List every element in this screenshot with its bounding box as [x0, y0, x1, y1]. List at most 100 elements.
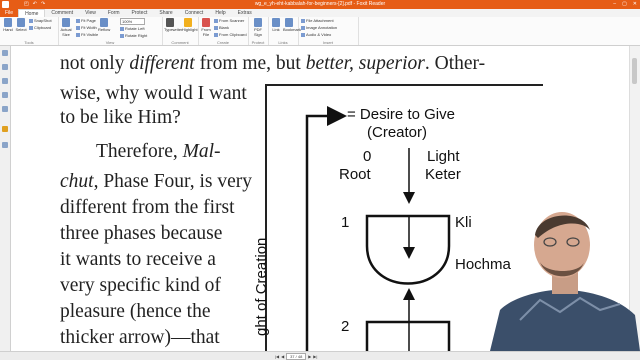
- select-tool-label: Select: [15, 27, 27, 32]
- fit-width-button[interactable]: Fit Width: [76, 25, 97, 31]
- text-run: Therefore,: [96, 141, 183, 162]
- pages-panel-icon[interactable]: [2, 64, 8, 70]
- fit-visible-button[interactable]: Fit Visible: [76, 32, 98, 38]
- zoom-select[interactable]: 100%: [120, 18, 145, 25]
- actual-size-button[interactable]: Actual Size: [60, 18, 72, 37]
- media-icon: [301, 32, 305, 37]
- italic-text-run: chut: [60, 171, 94, 192]
- clipboard-button[interactable]: Clipboard: [29, 25, 51, 31]
- tab-comment[interactable]: Comment: [45, 9, 79, 17]
- from-scanner-button[interactable]: From Scanner: [214, 18, 244, 24]
- layers-panel-icon[interactable]: [2, 78, 8, 84]
- signatures-panel-icon[interactable]: [2, 142, 8, 148]
- next-page-button[interactable]: ▶: [308, 354, 311, 359]
- fit-page-button[interactable]: Fit Page: [76, 18, 96, 24]
- body-text-line: to be like Him?: [60, 108, 181, 128]
- tab-extras[interactable]: Extras: [232, 9, 258, 17]
- clipboard-label: Clipboard: [34, 25, 52, 30]
- from-clipboard-label: From Clipboard: [219, 32, 247, 37]
- body-text-line: different from the first: [60, 198, 235, 218]
- text-run: it wants to receive a: [60, 249, 216, 270]
- pdf-sign-button[interactable]: PDF Sign: [252, 18, 264, 37]
- close-button[interactable]: ✕: [633, 0, 637, 9]
- rotate-left-icon: [120, 26, 124, 31]
- camera-icon: [29, 18, 33, 23]
- fit-page-icon: [76, 18, 80, 23]
- lock-icon[interactable]: [2, 126, 8, 132]
- link-icon: [272, 18, 280, 27]
- presenter-shirt: [490, 289, 640, 351]
- bookmark-button[interactable]: Bookmark: [283, 18, 301, 32]
- image-annotation-button[interactable]: Image Annotation: [301, 25, 337, 31]
- insert-group-label: Insert: [322, 40, 333, 45]
- hand-tool-button[interactable]: Hand: [2, 18, 14, 32]
- text-run: different from the first: [60, 197, 235, 218]
- typewriter-button[interactable]: Typewriter: [164, 18, 182, 32]
- protect-group-label: Protect: [251, 40, 265, 45]
- tab-protect[interactable]: Protect: [126, 9, 154, 17]
- presenter-video-overlay: [490, 212, 640, 351]
- text-run: not only: [60, 53, 130, 74]
- tab-share[interactable]: Share: [153, 9, 178, 17]
- from-file-button[interactable]: From File: [200, 18, 212, 37]
- from-scanner-label: From Scanner: [219, 18, 245, 23]
- maximize-button[interactable]: ▢: [622, 0, 627, 9]
- comments-panel-icon[interactable]: [2, 92, 8, 98]
- link-button[interactable]: Link: [270, 18, 282, 32]
- rotate-right-label: Rotate Right: [125, 33, 148, 38]
- text-run: three phases because: [60, 223, 223, 244]
- create-group-label: Create: [216, 40, 229, 45]
- bookmarks-panel-icon[interactable]: [2, 50, 8, 56]
- tab-help[interactable]: Help: [209, 9, 231, 17]
- ribbon-toolbar: Hand Select SnapShot Clipboard Tools Act…: [0, 17, 640, 46]
- minimize-button[interactable]: –: [613, 0, 616, 9]
- page-number-input[interactable]: 37 / 48: [286, 353, 307, 360]
- rotate-left-button[interactable]: Rotate Left: [120, 26, 145, 32]
- highlight-button[interactable]: Highlight: [182, 18, 198, 32]
- page-navigator: |◀ ◀ 37 / 48 ▶ ▶|: [275, 353, 317, 360]
- blank-label: Blank: [219, 25, 230, 30]
- ribbon-group-links: Link Bookmark Links: [268, 17, 301, 45]
- fit-width-icon: [76, 25, 80, 30]
- paperclip-icon: [301, 18, 305, 23]
- clipboard-paste-icon: [214, 32, 218, 37]
- from-file-label: From File: [201, 27, 211, 37]
- links-group-label: Links: [278, 40, 288, 45]
- navigation-side-panel: [0, 46, 11, 351]
- first-page-button[interactable]: |◀: [275, 354, 279, 359]
- ribbon-group-comment: Typewriter Highlight Comment: [162, 17, 199, 45]
- file-attachment-button[interactable]: File Attachment: [301, 18, 334, 24]
- rotate-right-button[interactable]: Rotate Right: [120, 33, 147, 39]
- fit-visible-icon: [76, 32, 80, 37]
- text-run: wise, why would I want: [60, 83, 247, 104]
- fit-width-label: Fit Width: [81, 25, 97, 30]
- previous-page-button[interactable]: ◀: [281, 354, 284, 359]
- from-clipboard-button[interactable]: From Clipboard: [214, 32, 247, 38]
- italic-text-run: Mal-: [182, 141, 221, 162]
- hand-tool-label: Hand: [3, 27, 13, 32]
- blank-page-icon: [214, 25, 218, 30]
- cursor-icon: [17, 18, 25, 27]
- attachments-panel-icon[interactable]: [2, 106, 8, 112]
- file-menu[interactable]: File: [0, 9, 19, 17]
- kli-vessel-1: [365, 214, 451, 285]
- tab-form[interactable]: Form: [102, 9, 126, 17]
- pdf-file-icon: [202, 18, 210, 27]
- highlight-icon: [184, 18, 192, 27]
- body-text-line: pleasure (hence the: [60, 302, 211, 322]
- scrollbar-thumb[interactable]: [632, 58, 637, 84]
- last-page-button[interactable]: ▶|: [313, 354, 317, 359]
- tab-connect[interactable]: Connect: [179, 9, 210, 17]
- root-number: 0: [363, 148, 372, 165]
- select-tool-button[interactable]: Select: [15, 18, 27, 32]
- snapshot-button[interactable]: SnapShot: [29, 18, 52, 24]
- reflow-button[interactable]: Reflow: [98, 18, 110, 32]
- title-bar: ◰ ↶ ↷ wg_e_yh-eht-kabbalah-for-beginners…: [0, 0, 640, 9]
- blank-button[interactable]: Blank: [214, 25, 229, 31]
- tab-view[interactable]: View: [79, 9, 102, 17]
- file-attachment-label: File Attachment: [306, 18, 334, 23]
- ribbon-group-view: Actual Size Fit Page Fit Width Fit Visib…: [58, 17, 163, 45]
- image-icon: [301, 25, 305, 30]
- audio-video-button[interactable]: Audio & Video: [301, 32, 331, 38]
- text-run: very specific kind of: [60, 275, 221, 296]
